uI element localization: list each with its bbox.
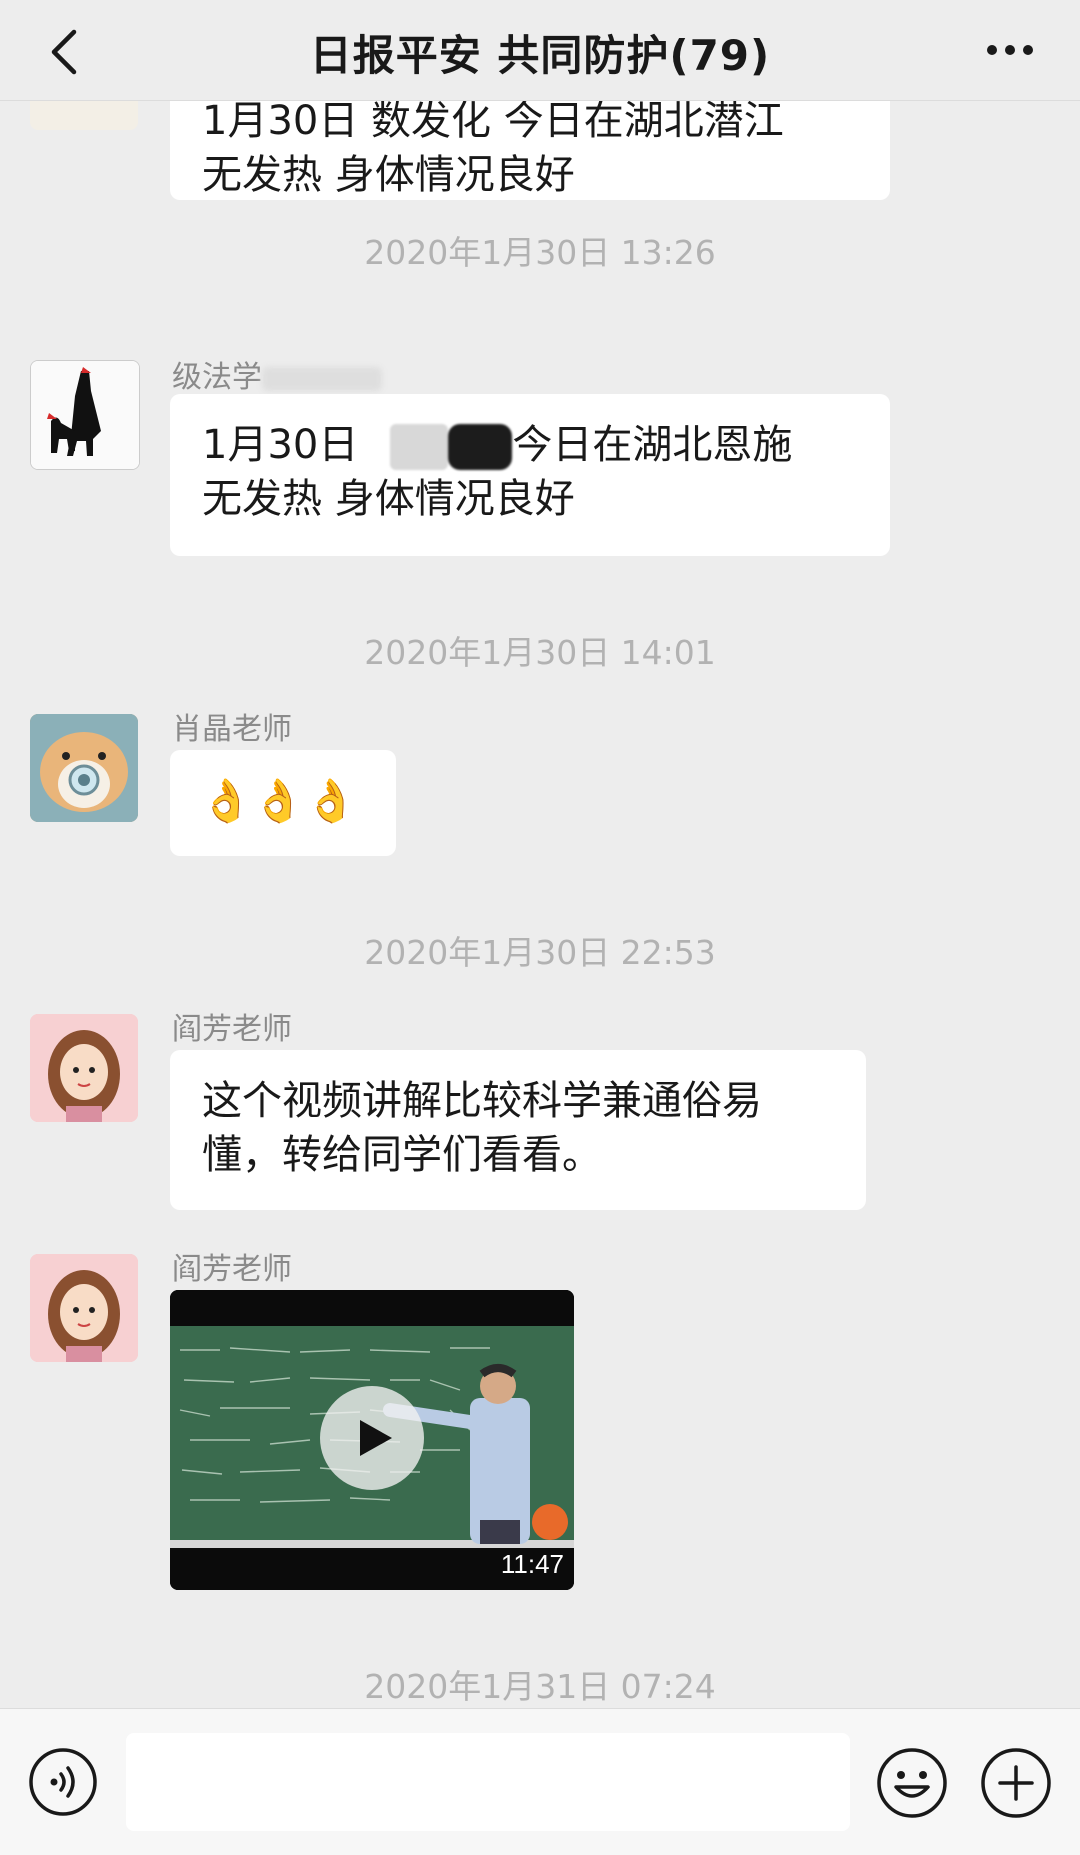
message-text-line: 无发热 身体情况良好	[202, 152, 575, 198]
emoji-text: 👌👌👌	[200, 776, 357, 825]
sender-name: 级法学	[172, 352, 382, 396]
sender-name: 肖晶老师	[172, 712, 292, 747]
chat-title: 日报平安 共同防护(79)	[309, 31, 771, 80]
video-duration: 11:47	[500, 1549, 564, 1579]
timestamp: 2020年1月30日 13:26	[364, 233, 716, 272]
voice-icon[interactable]	[28, 1747, 98, 1817]
video-message[interactable]: 11:47	[170, 1290, 574, 1590]
message-text-line: 1月30日 今日在湖北恩施	[202, 418, 860, 472]
sender-name: 阎芳老师	[172, 1012, 292, 1047]
sender-name: 阎芳老师	[172, 1252, 292, 1287]
message-location: 今日在湖北恩施	[512, 422, 793, 468]
message-bubble[interactable]: 👌👌👌	[170, 750, 396, 856]
sender-name-text: 级法学	[172, 360, 262, 395]
chat-header: 日报平安 共同防护(79)	[0, 0, 1080, 101]
message-text-line: 懂，转给同学们看看。	[202, 1132, 602, 1178]
redacted-text	[390, 424, 449, 470]
message-text-line: 无发热 身体情况良好	[202, 476, 575, 522]
avatar[interactable]	[30, 714, 138, 822]
timestamp: 2020年1月30日 22:53	[364, 933, 716, 972]
timestamp: 2020年1月31日 07:24	[364, 1667, 716, 1706]
emoji-icon[interactable]	[876, 1747, 948, 1819]
message-bubble[interactable]: 这个视频讲解比较科学兼通俗易 懂，转给同学们看看。	[170, 1050, 866, 1210]
avatar[interactable]	[30, 360, 140, 470]
avatar[interactable]	[30, 1254, 138, 1362]
message-date: 1月30日	[202, 422, 359, 468]
more-dots-icon[interactable]	[980, 32, 1040, 68]
message-input[interactable]	[126, 1733, 850, 1831]
chat-message-list[interactable]: 1月30日 数发化 今日在湖北潜江 无发热 身体情况良好 2020年1月30日 …	[0, 100, 1080, 1708]
avatar[interactable]	[30, 1014, 138, 1122]
message-bubble[interactable]: 1月30日 今日在湖北恩施 无发热 身体情况良好	[170, 394, 890, 556]
video-thumbnail	[170, 1290, 574, 1590]
plus-icon[interactable]	[980, 1747, 1052, 1819]
redacted-text	[448, 424, 513, 470]
redacted-name	[262, 366, 382, 391]
timestamp: 2020年1月30日 14:01	[364, 633, 716, 672]
message-text-line: 1月30日 数发化 今日在湖北潜江	[202, 100, 784, 144]
avatar[interactable]	[30, 100, 138, 130]
message-bubble[interactable]: 1月30日 数发化 今日在湖北潜江 无发热 身体情况良好	[170, 100, 890, 200]
input-bar	[0, 1708, 1080, 1855]
message-text-line: 这个视频讲解比较科学兼通俗易	[202, 1078, 762, 1124]
